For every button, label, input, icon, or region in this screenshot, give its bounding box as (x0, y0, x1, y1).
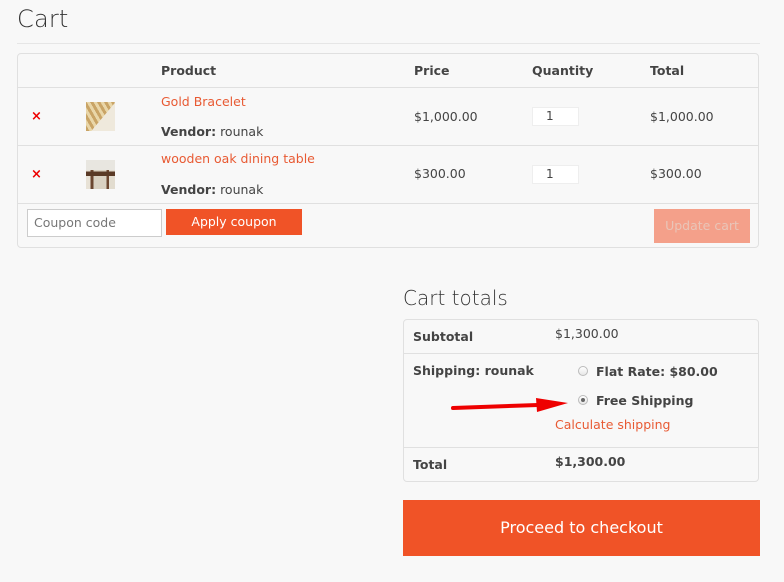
vendor-name: rounak (220, 124, 264, 139)
remove-item-icon[interactable]: × (31, 110, 42, 123)
column-header-quantity: Quantity (532, 63, 594, 78)
cart-item-row: × Gold Bracelet Vendor: rounak $1,000.00… (18, 88, 758, 146)
column-header-total: Total (650, 63, 685, 78)
subtotal-value: $1,300.00 (555, 326, 619, 341)
order-total-row: Total $1,300.00 (404, 448, 758, 482)
product-link[interactable]: wooden oak dining table (161, 151, 315, 166)
shipping-option-flat-rate[interactable]: Flat Rate: $80.00 (596, 364, 718, 379)
product-vendor: Vendor: rounak (161, 124, 263, 139)
vendor-label: Vendor: (161, 182, 217, 197)
product-price: $300.00 (414, 166, 466, 181)
vendor-label: Vendor: (161, 124, 217, 139)
cart-totals-title: Cart totals (403, 286, 508, 310)
proceed-to-checkout-button[interactable]: Proceed to checkout (403, 500, 760, 556)
remove-item-icon[interactable]: × (31, 168, 42, 181)
coupon-code-input[interactable]: Coupon code (27, 209, 162, 237)
cart-actions: Coupon code Apply coupon Update cart (18, 204, 758, 248)
product-price: $1,000.00 (414, 109, 478, 124)
product-link[interactable]: Gold Bracelet (161, 94, 246, 109)
cart-table: Product Price Quantity Total × Gold Brac… (17, 53, 759, 248)
quantity-input[interactable]: 1 (532, 165, 579, 184)
shipping-label: Shipping: rounak (413, 363, 534, 378)
page-title: Cart (17, 5, 69, 33)
product-thumbnail-gold-bracelet[interactable] (86, 102, 115, 131)
subtotal-row: Subtotal $1,300.00 (404, 320, 758, 354)
cart-item-row: × wooden oak dining table Vendor: rounak… (18, 146, 758, 204)
update-cart-button[interactable]: Update cart (654, 209, 750, 243)
product-thumbnail-dining-table[interactable] (86, 160, 115, 189)
column-header-price: Price (414, 63, 450, 78)
product-vendor: Vendor: rounak (161, 182, 263, 197)
shipping-radio-flat-rate[interactable] (578, 366, 588, 376)
subtotal-label: Subtotal (413, 329, 474, 344)
vendor-name: rounak (220, 182, 264, 197)
title-divider (17, 43, 760, 44)
shipping-option-free-shipping[interactable]: Free Shipping (596, 393, 693, 408)
total-value: $1,300.00 (555, 454, 626, 469)
cart-table-header: Product Price Quantity Total (18, 54, 758, 88)
total-label: Total (413, 457, 448, 472)
product-subtotal: $1,000.00 (650, 109, 714, 124)
quantity-input[interactable]: 1 (532, 107, 579, 126)
column-header-product: Product (161, 63, 217, 78)
product-subtotal: $300.00 (650, 166, 702, 181)
apply-coupon-button[interactable]: Apply coupon (166, 209, 302, 235)
shipping-radio-free-shipping[interactable] (578, 395, 588, 405)
calculate-shipping-link[interactable]: Calculate shipping (555, 417, 670, 432)
annotation-arrow-icon (451, 398, 568, 412)
